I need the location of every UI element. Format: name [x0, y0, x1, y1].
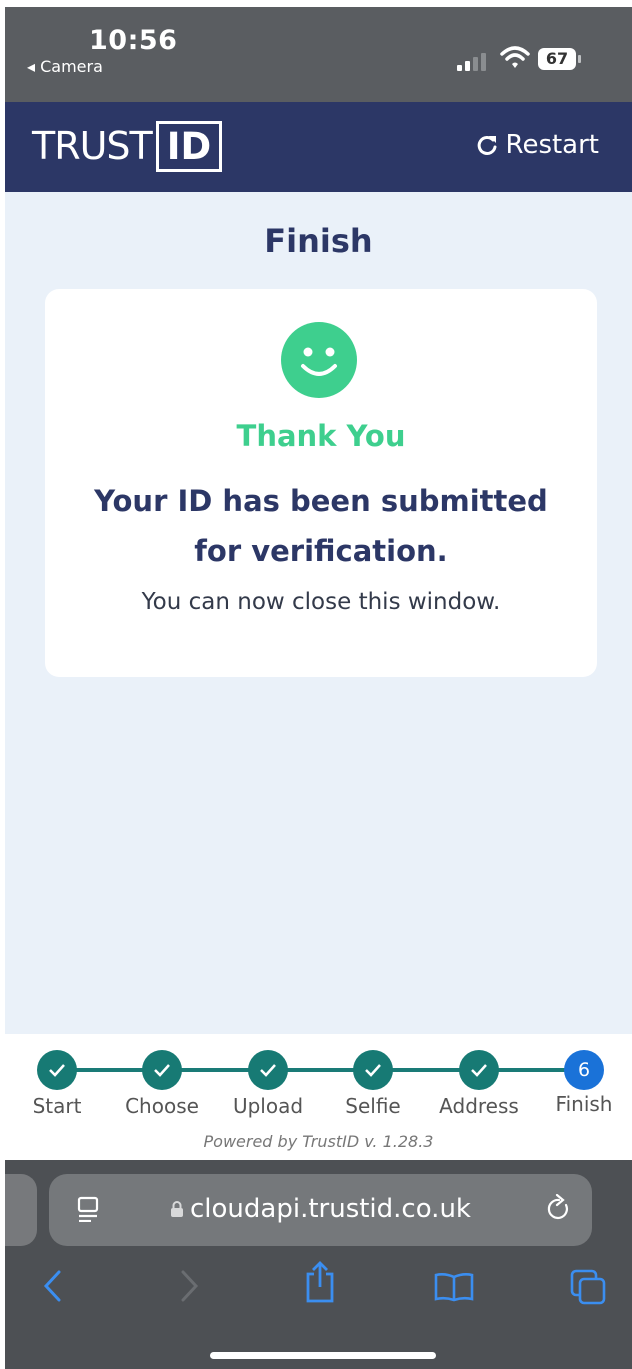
browser-toolbar: cloudapi.trustid.co.uk — [5, 1160, 632, 1369]
step-choose-done — [142, 1050, 182, 1090]
step-label-selfie: Selfie — [345, 1094, 401, 1118]
step-address-done — [459, 1050, 499, 1090]
app-header: TRUST ID Restart — [5, 102, 632, 192]
check-icon — [365, 1064, 381, 1077]
url-display[interactable]: cloudapi.trustid.co.uk — [49, 1194, 592, 1224]
powered-by-text: Powered by TrustID v. 1.28.3 — [203, 1132, 434, 1151]
back-to-camera-link[interactable]: ◂ Camera — [27, 57, 103, 76]
page-title: Finish — [264, 222, 373, 260]
home-indicator[interactable] — [210, 1352, 436, 1359]
smiley-icon — [281, 322, 357, 398]
battery-level: 67 — [545, 49, 569, 68]
previous-tab-preview[interactable] — [5, 1174, 37, 1246]
cellular-signal-icon — [457, 53, 486, 71]
submitted-message: Your ID has been submitted for verificat… — [94, 484, 548, 568]
lock-icon — [171, 1201, 183, 1217]
restart-label: Restart — [505, 130, 599, 160]
battery-indicator: 67 — [537, 47, 583, 71]
forward-arrow-icon[interactable] — [177, 1268, 201, 1304]
address-bar[interactable]: cloudapi.trustid.co.uk — [49, 1174, 592, 1246]
main-content: Finish Thank You Your ID has been submit… — [5, 192, 632, 1034]
result-card: Thank You Your ID has been submitted for… — [45, 289, 597, 677]
logo-id-text: ID — [155, 120, 223, 172]
restart-icon — [477, 135, 497, 155]
check-icon — [154, 1064, 170, 1077]
step-label-choose: Choose — [125, 1094, 199, 1118]
step-label-start: Start — [32, 1094, 82, 1118]
step-upload-done — [248, 1050, 288, 1090]
wifi-icon — [500, 46, 530, 68]
share-icon[interactable] — [303, 1260, 337, 1304]
status-time: 10:56 — [89, 25, 178, 56]
logo-trust-text: TRUST — [32, 124, 153, 168]
restart-button[interactable]: Restart — [476, 130, 599, 160]
check-icon — [260, 1064, 276, 1077]
check-icon — [471, 1064, 487, 1077]
bookmarks-icon[interactable] — [433, 1272, 475, 1302]
reload-icon[interactable] — [546, 1194, 572, 1224]
phone-screen: 10:56 ◂ Camera 67 TRUST ID Restart Finis… — [5, 7, 632, 1369]
thank-you-heading: Thank You — [236, 419, 406, 453]
status-bar: 10:56 ◂ Camera 67 — [5, 7, 632, 102]
step-selfie-done — [353, 1050, 393, 1090]
trustid-logo: TRUST ID — [32, 120, 223, 172]
step-label-finish: Finish — [555, 1092, 613, 1116]
step-start-done — [37, 1050, 77, 1090]
close-window-message: You can now close this window. — [141, 589, 501, 615]
step-finish-current: 6 — [564, 1050, 604, 1090]
progress-stepper: 6 Start Choose Upload Selfie Address Fin… — [5, 1034, 632, 1160]
step-label-upload: Upload — [232, 1094, 304, 1118]
tabs-icon[interactable] — [569, 1268, 607, 1306]
step-label-address: Address — [439, 1094, 519, 1118]
check-icon — [49, 1064, 65, 1077]
back-arrow-icon[interactable] — [41, 1268, 65, 1304]
url-text: cloudapi.trustid.co.uk — [190, 1194, 471, 1224]
stepper-line — [62, 1068, 585, 1072]
